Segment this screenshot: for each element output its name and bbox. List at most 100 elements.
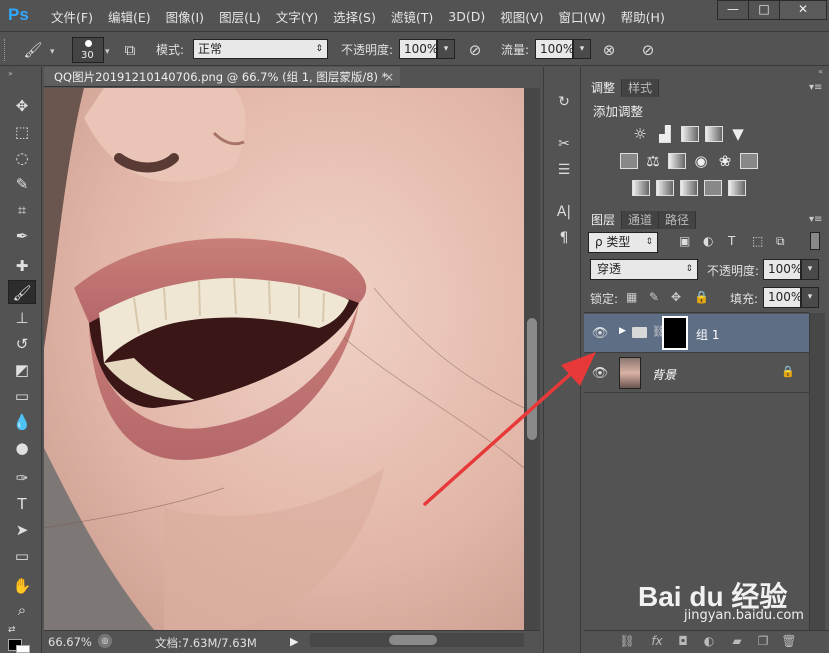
menu-select[interactable]: 选择(S) <box>333 7 376 26</box>
pressure-opacity-icon[interactable]: ⊘ <box>464 39 486 61</box>
menu-image[interactable]: 图像(I) <box>166 7 204 26</box>
filter-smart-object-icon[interactable]: ⧉ <box>776 234 785 249</box>
flow-dropdown-icon[interactable]: ▾ <box>573 39 591 59</box>
brush-preset-picker[interactable]: 30 <box>72 37 104 63</box>
brush-panel-toggle-icon[interactable]: ⧉ <box>119 39 141 61</box>
swap-colors-icon[interactable]: ⇄ <box>8 625 16 635</box>
collapse-toolbar-icon[interactable]: » <box>8 69 13 78</box>
delete-layer-icon[interactable]: 🗑 <box>780 634 798 650</box>
opacity-input[interactable]: 100% <box>399 39 438 59</box>
brush-settings-icon[interactable]: ☰ <box>555 159 573 181</box>
vibrance-icon[interactable]: ▼ <box>729 126 747 142</box>
tab-styles[interactable]: 样式 <box>622 79 660 97</box>
blend-mode-select[interactable]: 穿透 ⇕ <box>590 259 698 280</box>
posterize-icon[interactable] <box>656 180 674 196</box>
airbrush-icon[interactable]: ⊗ <box>598 39 620 61</box>
layer-name[interactable]: 组 1 <box>696 326 719 343</box>
eraser-tool-icon[interactable]: ◩ <box>8 358 36 382</box>
character-panel-icon[interactable]: A| <box>555 201 573 223</box>
gradient-tool-icon[interactable]: ▭ <box>8 384 36 408</box>
history-brush-tool-icon[interactable]: ↺ <box>8 332 36 356</box>
layer-opacity-dropdown-icon[interactable]: ▾ <box>801 259 819 280</box>
new-layer-icon[interactable]: ❐ <box>754 634 772 650</box>
color-lookup-icon[interactable] <box>740 153 758 169</box>
filter-type-icon[interactable]: T <box>728 234 735 248</box>
menu-filter[interactable]: 滤镜(T) <box>391 7 433 26</box>
tab-paths[interactable]: 路径 <box>659 211 697 229</box>
opacity-dropdown-icon[interactable]: ▾ <box>437 39 455 59</box>
clone-stamp-tool-icon[interactable]: ⊥ <box>8 306 36 330</box>
threshold-icon[interactable] <box>680 180 698 196</box>
lasso-tool-icon[interactable]: ◌ <box>8 146 36 170</box>
expand-group-icon[interactable]: ▶ <box>619 326 626 336</box>
tool-preset-dropdown-icon[interactable]: ▾ <box>50 47 55 57</box>
move-tool-icon[interactable]: ✥ <box>8 94 36 118</box>
canvas-vertical-scroll-thumb[interactable] <box>527 318 537 440</box>
menu-help[interactable]: 帮助(H) <box>621 7 665 26</box>
layer-style-icon[interactable]: fx <box>648 634 666 650</box>
layer-name[interactable]: 背景 <box>652 366 676 383</box>
pressure-size-icon[interactable]: ⊘ <box>637 39 659 61</box>
canvas-horizontal-scroll-thumb[interactable] <box>389 635 437 645</box>
grip-handle[interactable] <box>4 39 8 61</box>
history-panel-icon[interactable]: ↻ <box>555 91 573 113</box>
tab-layers[interactable]: 图层 <box>585 211 623 229</box>
black-white-icon[interactable] <box>668 153 686 169</box>
minimize-button[interactable]: — <box>717 0 749 20</box>
menu-view[interactable]: 视图(V) <box>500 7 543 26</box>
hue-saturation-icon[interactable] <box>620 153 638 169</box>
brightness-contrast-icon[interactable]: ☼ <box>631 126 649 142</box>
brush-picker-arrow-icon[interactable]: ▾ <box>105 47 110 57</box>
brush-presets-icon[interactable]: ✂ <box>555 133 573 155</box>
background-color-swatch[interactable] <box>16 645 30 653</box>
curves-icon[interactable] <box>681 126 699 142</box>
levels-icon[interactable]: ▟ <box>656 126 674 142</box>
menu-type[interactable]: 文字(Y) <box>276 7 318 26</box>
quick-select-tool-icon[interactable]: ✎ <box>8 172 36 196</box>
menu-3d[interactable]: 3D(D) <box>448 9 485 24</box>
visibility-eye-icon[interactable]: 👁 <box>590 326 610 341</box>
hand-tool-icon[interactable]: ✋ <box>8 574 36 598</box>
lock-pixels-icon[interactable]: ✎ <box>649 290 659 304</box>
visibility-eye-icon[interactable]: 👁 <box>590 366 610 381</box>
filter-pixel-icon[interactable]: ▣ <box>679 234 690 248</box>
filter-adjustment-icon[interactable]: ◐ <box>703 234 713 248</box>
link-layers-icon[interactable]: ⛓ <box>618 634 636 650</box>
gradient-map-icon[interactable] <box>728 180 746 196</box>
rectangle-tool-icon[interactable]: ▭ <box>8 544 36 568</box>
dodge-tool-icon[interactable]: ● <box>8 436 36 460</box>
zoom-tool-icon[interactable]: ⌕ <box>8 598 36 622</box>
layer-row-background[interactable]: 👁 背景 🔒 <box>584 354 809 393</box>
filter-shape-icon[interactable]: ⬚ <box>752 234 763 248</box>
adjustments-panel-menu-icon[interactable]: ▾≡ <box>809 82 822 93</box>
status-info-icon[interactable]: ◎ <box>98 634 112 648</box>
brush-tool-icon[interactable]: 🖌 <box>8 280 36 304</box>
menu-edit[interactable]: 编辑(E) <box>108 7 151 26</box>
fill-dropdown-icon[interactable]: ▾ <box>801 287 819 308</box>
lock-transparency-icon[interactable]: ▦ <box>626 290 637 304</box>
lock-position-icon[interactable]: ✥ <box>671 290 681 304</box>
color-balance-icon[interactable]: ⚖ <box>644 153 662 169</box>
selective-color-icon[interactable] <box>704 180 722 196</box>
brush-tool-icon[interactable]: 🖌 <box>22 39 44 61</box>
mode-select[interactable]: 正常 ⇕ <box>193 39 328 59</box>
lock-all-icon[interactable]: 🔒 <box>694 290 709 304</box>
document-canvas[interactable] <box>44 88 524 630</box>
menu-file[interactable]: 文件(F) <box>51 7 93 26</box>
layers-panel-menu-icon[interactable]: ▾≡ <box>809 214 822 225</box>
pen-tool-icon[interactable]: ✑ <box>8 466 36 490</box>
tab-channels[interactable]: 通道 <box>622 211 660 229</box>
layers-scrollbar[interactable] <box>809 313 825 631</box>
zoom-level[interactable]: 66.67% <box>48 635 92 649</box>
document-tab[interactable]: QQ图片20191210140706.png @ 66.7% (组 1, 图层蒙… <box>44 67 400 87</box>
close-window-button[interactable]: ✕ <box>779 0 827 20</box>
type-tool-icon[interactable]: T <box>8 492 36 516</box>
crop-tool-icon[interactable]: ⌗ <box>8 198 36 222</box>
blur-tool-icon[interactable]: 💧 <box>8 410 36 434</box>
filter-toggle[interactable] <box>810 232 820 250</box>
marquee-tool-icon[interactable]: ⬚ <box>8 120 36 144</box>
flow-input[interactable]: 100% <box>535 39 574 59</box>
path-selection-tool-icon[interactable]: ➤ <box>8 518 36 542</box>
paragraph-panel-icon[interactable]: ¶ <box>555 227 573 249</box>
layer-filter-select[interactable]: ρ 类型 ⇕ <box>588 232 658 253</box>
